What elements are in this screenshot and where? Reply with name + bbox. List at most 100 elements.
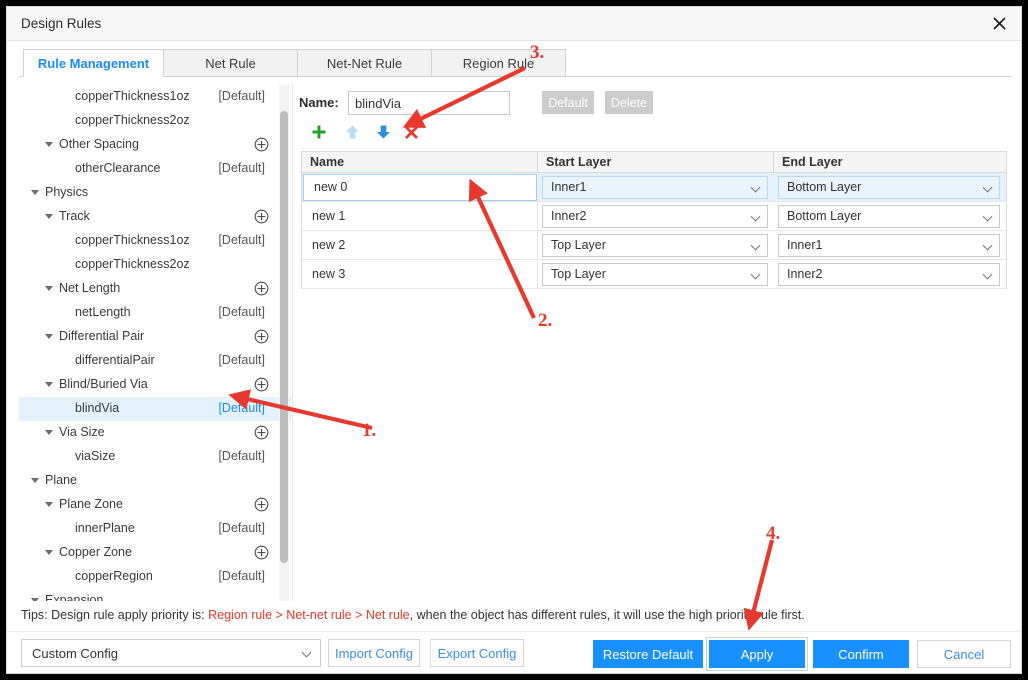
tree-item-differentialpair[interactable]: differentialPair [Default]	[19, 349, 291, 373]
cancel-button[interactable]: Cancel	[917, 640, 1011, 668]
start-layer-select[interactable]: Top Layer	[542, 233, 768, 257]
tree-item-copperthickness1oz[interactable]: copperThickness1oz [Default]	[19, 229, 291, 253]
chevron-down-icon	[750, 269, 761, 279]
tab-rule-management[interactable]: Rule Management	[23, 49, 164, 77]
chevron-down-icon[interactable]	[45, 142, 53, 147]
default-tag: [Default]	[218, 353, 265, 367]
restore-default-button[interactable]: Restore Default	[593, 640, 703, 668]
row-name-input[interactable]: new 1	[302, 201, 538, 231]
tree-item-copperthickness2oz[interactable]: copperThickness2oz	[19, 253, 291, 277]
rule-tree[interactable]: copperThickness1oz [Default] copperThickne…	[19, 85, 291, 601]
start-layer-select[interactable]: Top Layer	[542, 262, 768, 286]
add-rule-icon[interactable]	[254, 425, 269, 440]
add-rule-icon[interactable]	[254, 497, 269, 512]
red-x-icon[interactable]	[399, 119, 423, 145]
confirm-button[interactable]: Confirm	[813, 640, 909, 668]
add-rule-icon[interactable]	[254, 281, 269, 296]
tree-item-blindvia[interactable]: blindVia [Default]	[19, 397, 291, 421]
tree-item-physics[interactable]: Physics	[19, 181, 291, 205]
arrow-down-icon[interactable]	[371, 119, 395, 145]
import-config-button[interactable]: Import Config	[328, 639, 420, 667]
column-header-name: Name	[302, 152, 538, 172]
arrow-up-icon[interactable]	[340, 119, 364, 145]
end-layer-select[interactable]: Bottom Layer	[778, 175, 1000, 199]
chevron-down-icon[interactable]	[45, 502, 53, 507]
add-rule-icon[interactable]	[254, 137, 269, 152]
add-rule-icon[interactable]	[254, 329, 269, 344]
name-input[interactable]	[348, 91, 510, 115]
tab-bar: Rule Management Net Rule Net-Net Rule Regio…	[19, 49, 1011, 77]
start-layer-select[interactable]: Inner2	[542, 204, 768, 228]
plus-icon[interactable]	[307, 119, 331, 145]
end-layer-select[interactable]: Inner1	[778, 233, 1000, 257]
table-row[interactable]: new 3 Top Layer Inner2	[301, 259, 1007, 289]
close-icon[interactable]	[977, 7, 1021, 40]
chevron-down-icon[interactable]	[45, 550, 53, 555]
chevron-down-icon	[982, 182, 993, 192]
delete-button[interactable]: Delete	[605, 91, 653, 114]
table-cell: Top Layer	[538, 262, 774, 286]
tree-item-blind-buried-via[interactable]: Blind/Buried Via	[19, 373, 291, 397]
tree-item-netlength[interactable]: netLength [Default]	[19, 301, 291, 325]
tree-item-net-length[interactable]: Net Length	[19, 277, 291, 301]
tree-item-innerplane[interactable]: innerPlane [Default]	[19, 517, 291, 541]
tree-item-label: viaSize	[75, 449, 116, 463]
chevron-down-icon	[982, 211, 993, 221]
add-rule-icon[interactable]	[254, 377, 269, 392]
table-row[interactable]: new 2 Top Layer Inner1	[301, 230, 1007, 260]
chevron-down-icon[interactable]	[31, 598, 39, 601]
default-button[interactable]: Default	[542, 91, 594, 114]
tab-label: Net Rule	[205, 55, 256, 71]
chevron-down-icon[interactable]	[31, 478, 39, 483]
tree-item-copperthickness1oz[interactable]: copperThickness1oz [Default]	[19, 85, 291, 109]
start-layer-select[interactable]: Inner1	[542, 175, 768, 199]
select-value: Top Layer	[551, 238, 606, 252]
tree-item-other-spacing[interactable]: Other Spacing	[19, 133, 291, 157]
tree-item-viasize[interactable]: viaSize [Default]	[19, 445, 291, 469]
chevron-down-icon[interactable]	[45, 214, 53, 219]
tree-item-plane-zone[interactable]: Plane Zone	[19, 493, 291, 517]
table-cell: Bottom Layer	[774, 204, 1006, 228]
add-rule-icon[interactable]	[254, 545, 269, 560]
tree-scrollbar-thumb[interactable]	[280, 111, 288, 563]
tree-item-copperregion[interactable]: copperRegion [Default]	[19, 565, 291, 589]
chevron-down-icon[interactable]	[45, 430, 53, 435]
chevron-down-icon[interactable]	[45, 382, 53, 387]
annotation-number-2: 2.	[538, 310, 553, 331]
tab-region-rule[interactable]: Region Rule	[431, 49, 566, 77]
tree-item-copperthickness2oz[interactable]: copperThickness2oz	[19, 109, 291, 133]
tree-item-plane[interactable]: Plane	[19, 469, 291, 493]
table-row[interactable]: new 1 Inner2 Bottom Layer	[301, 201, 1007, 231]
tree-item-expansion[interactable]: Expansion	[19, 589, 291, 601]
chevron-down-icon[interactable]	[45, 286, 53, 291]
tree-item-label: Differential Pair	[59, 329, 145, 343]
tab-label: Region Rule	[462, 55, 535, 71]
chevron-down-icon[interactable]	[45, 334, 53, 339]
column-header-start-layer: Start Layer	[538, 152, 774, 172]
tree-item-label: blindVia	[75, 401, 120, 415]
tree-item-copper-zone[interactable]: Copper Zone	[19, 541, 291, 565]
tips-net-rule: Net rule	[365, 608, 410, 622]
table-row[interactable]: new 0 Inner1 Bottom Layer	[301, 173, 1007, 202]
tree-item-otherclearance[interactable]: otherClearance [Default]	[19, 157, 291, 181]
tab-net-rule[interactable]: Net Rule	[163, 49, 298, 77]
tips-net-net-rule: Net-net rule	[286, 608, 352, 622]
tree-item-differential-pair[interactable]: Differential Pair	[19, 325, 291, 349]
row-name-input[interactable]: new 3	[302, 259, 538, 289]
row-name-input[interactable]: new 0	[303, 173, 537, 201]
tree-item-via-size[interactable]: Via Size	[19, 421, 291, 445]
end-layer-select[interactable]: Inner2	[778, 262, 1000, 286]
tree-item-label: Track	[59, 209, 90, 223]
chevron-down-icon[interactable]	[31, 190, 39, 195]
add-rule-icon[interactable]	[254, 209, 269, 224]
row-name-input[interactable]: new 2	[302, 230, 538, 260]
apply-button[interactable]: Apply	[709, 640, 805, 668]
end-layer-select[interactable]: Bottom Layer	[778, 204, 1000, 228]
tree-item-track[interactable]: Track	[19, 205, 291, 229]
config-select[interactable]: Custom Config	[21, 639, 321, 667]
tab-net-net-rule[interactable]: Net-Net Rule	[297, 49, 432, 77]
tips-suffix: , when the object has different rules, i…	[409, 608, 805, 622]
pane-divider	[292, 85, 293, 601]
export-config-button[interactable]: Export Config	[430, 639, 524, 667]
default-tag: [Default]	[218, 233, 265, 247]
